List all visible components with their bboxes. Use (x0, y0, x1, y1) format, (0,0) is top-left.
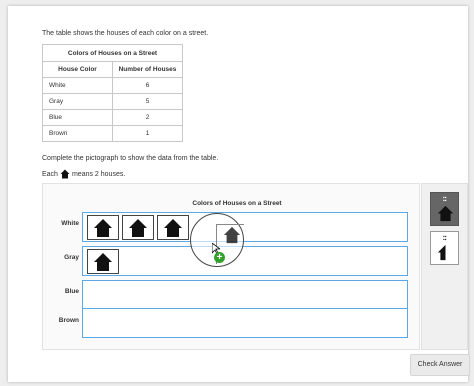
drag-handle-icon: ▪▪ ▪▪ (443, 234, 447, 243)
whole-house-tool[interactable]: ▪▪ ▪▪ (430, 192, 459, 226)
house-icon (437, 205, 454, 222)
data-table: Colors of Houses on a Street House Color… (42, 44, 183, 142)
table-cell-color: White (42, 77, 113, 94)
table-cell-count: 5 (112, 93, 183, 110)
table-cell-color: Blue (42, 109, 113, 126)
pictograph-key: Each means 2 houses. (42, 169, 125, 179)
drop-row-white[interactable] (82, 212, 408, 242)
table-header: Number of Houses (112, 61, 183, 78)
table-row: Blue 2 (42, 109, 183, 126)
check-answer-button[interactable]: Check Answer (410, 354, 470, 376)
key-prefix: Each (42, 170, 58, 178)
placed-house[interactable] (157, 215, 189, 240)
placed-house[interactable] (87, 215, 119, 240)
drop-row-brown[interactable] (82, 308, 408, 338)
drag-guide-line (216, 224, 244, 225)
drop-row-gray[interactable] (82, 246, 408, 276)
row-label-brown: Brown (58, 317, 79, 324)
table-row: Brown 1 (42, 125, 183, 142)
drag-handle-icon: ▪▪ ▪▪ (443, 195, 447, 204)
table-header: House Color (42, 61, 113, 78)
house-icon (94, 252, 112, 271)
table-row: Gray 5 (42, 93, 183, 110)
house-icon (60, 169, 70, 179)
table-cell-count: 1 (112, 125, 183, 142)
table-cell-count: 6 (112, 77, 183, 94)
placed-house[interactable] (87, 249, 119, 274)
placed-house[interactable] (122, 215, 154, 240)
half-house-icon (437, 244, 446, 261)
row-label-blue: Blue (64, 288, 79, 295)
intro-text: The table shows the houses of each color… (42, 30, 209, 37)
table-cell-count: 2 (112, 109, 183, 126)
instruction-text: Complete the pictograph to show the data… (42, 155, 219, 162)
table-cell-color: Gray (42, 93, 113, 110)
table-title: Colors of Houses on a Street (42, 44, 183, 62)
row-label-gray: Gray (64, 254, 79, 261)
table-cell-color: Brown (42, 125, 113, 142)
pictograph-title: Colors of Houses on a Street (192, 200, 282, 207)
row-label-white: White (61, 220, 79, 227)
key-suffix: means 2 houses. (71, 170, 126, 178)
dragged-house-icon[interactable] (222, 226, 242, 244)
half-house-tool[interactable]: ▪▪ ▪▪ (430, 231, 459, 265)
drop-row-blue[interactable] (82, 280, 408, 310)
house-icon (164, 218, 182, 237)
add-plus-icon: + (214, 252, 225, 263)
house-icon (129, 218, 147, 237)
house-icon (94, 218, 112, 237)
table-row: White 6 (42, 77, 183, 94)
